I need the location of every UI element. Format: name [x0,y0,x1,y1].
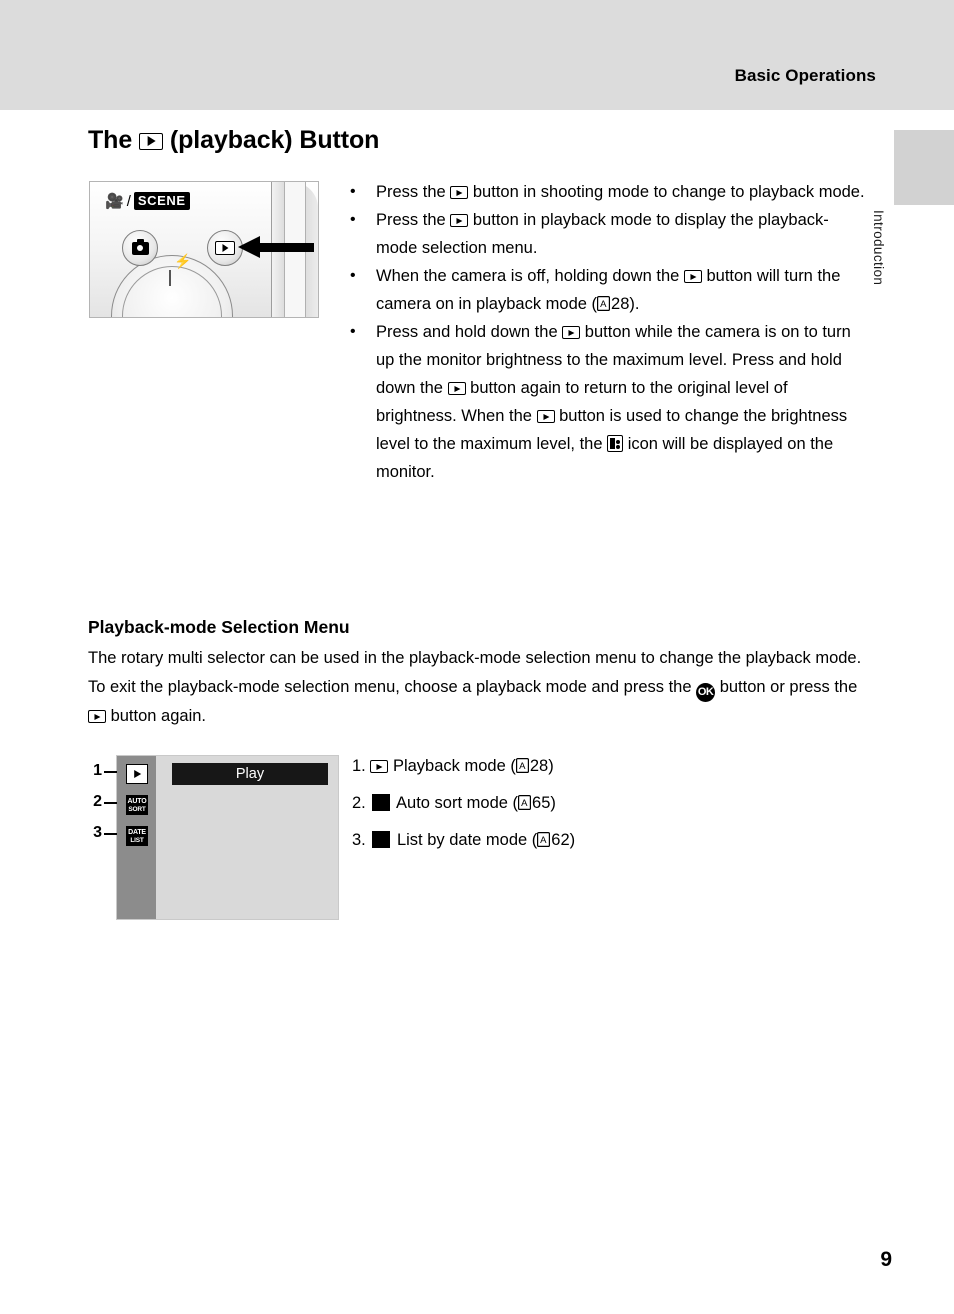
list-item-ref-close: ) [550,794,556,812]
playback-icon [450,214,469,228]
label-slash: / [126,192,131,210]
book-reference-icon: A [518,795,532,810]
flash-icon: ⚡ [174,253,192,269]
camera-icon [131,238,149,255]
bullet-list: • Press the button in shooting mode to ch… [350,178,868,486]
page-number: 9 [880,1248,892,1271]
playback-icon [88,710,106,724]
playback-icon [215,241,235,255]
callout-leader-2 [104,802,117,804]
page-title-suffix: (playback) Button [169,126,380,154]
menu-item-list-by-date-icon: DATE LIST [126,826,148,846]
callout-leader-3 [104,833,117,835]
bullet-item: • Press and hold down the button while th… [350,318,868,486]
bullet-text: Press the button in playback mode to dis… [376,211,829,257]
camera-illustration: 🎥 / SCENE ⚡ [89,181,319,318]
menu-item-playback-icon [126,764,148,784]
scene-mode-badge: SCENE [133,192,190,210]
page-reference-number: 28 [529,757,549,775]
callout-number-3: 3 [93,824,102,841]
list-number: 3. [352,831,371,849]
page: Basic Operations Introduction The (playb… [0,0,954,1314]
playback-icon [370,760,389,774]
running-head: Basic Operations [734,66,876,85]
playback-icon [536,410,555,424]
svg-text:A: A [519,761,526,772]
playback-icon [562,326,581,340]
bullet-item: • Press the button in playback mode to di… [350,206,868,262]
auto-sort-badge-bottom: SORT [128,806,146,813]
menu-selected-item: Play [172,763,328,785]
auto-sort-badge: AUTO SORT [127,796,147,814]
list-item-label: List by date mode ( [392,831,538,849]
list-item-label: Playback mode ( [388,757,516,775]
page-title-prefix: The [88,126,133,154]
playback-mode-menu-figure: AUTO SORT DATE LIST Play [116,755,339,920]
list-item-ref-close: ) [569,831,576,849]
page-title: The (playback) Button [88,126,379,155]
svg-text:A: A [600,299,607,310]
svg-text:A: A [521,798,528,809]
auto-sort-icon: AUTO SORT [372,788,391,818]
ok-button-icon: OK [696,683,716,702]
page-reference: A 65 [518,794,550,812]
page-reference: A 28 [597,295,629,313]
section-tab [894,130,954,205]
list-by-date-badge: DATE LIST [127,827,147,845]
mode-dial-mark [169,270,171,286]
menu-item-auto-sort-icon: AUTO SORT [126,795,148,815]
auto-sort-badge-top: AUTO [127,798,147,805]
bullet-text: When the camera is off, holding down the… [376,267,841,313]
playback-icon [450,186,469,200]
page-reference: A 28 [515,757,549,775]
page-reference-number: 62 [551,831,570,849]
section-heading: Playback-mode Selection Menu [88,617,350,637]
bullet-marker: • [350,323,356,340]
playback-icon [683,270,702,284]
callout-number-2: 2 [93,793,102,810]
section-tab-label: Introduction [871,210,886,286]
bullet-marker: • [350,183,356,200]
badge-bottom-text: SORT [373,788,391,795]
bullet-item: • Press the button in shooting mode to ch… [350,178,868,206]
movie-mode-icon: 🎥 [105,192,124,210]
svg-text:A: A [540,835,547,846]
list-item-ref-close: ) [548,757,554,775]
brightness-icon [607,435,624,452]
page-reference-number: 65 [532,794,551,812]
bullet-marker: • [350,267,356,284]
header-band [0,0,954,110]
list-item-label: Auto sort mode ( [392,794,519,812]
playback-mode-list: 1. Playback mode (A 28) 2. AUTO SORT Auto s… [352,748,575,859]
book-reference-icon: A [515,758,529,773]
shooting-mode-button [122,230,158,266]
list-by-date-icon: DATE LIST [372,825,391,855]
list-by-date-badge-top: DATE [128,829,146,836]
callout-number-1: 1 [93,762,102,779]
playback-icon [447,382,466,396]
playback-mode-list-item: 3. DATE LIST List by date mode (A 62) [352,822,575,859]
badge-bottom-text: LIST [374,825,388,832]
list-number: 2. [352,794,371,812]
section-paragraph: The rotary multi selector can be used in… [88,649,862,725]
book-reference-icon: A [597,296,611,311]
bullet-text: Press and hold down the button while the… [376,323,851,481]
pointer-arrow-icon [238,236,314,258]
list-number: 1. [352,757,371,775]
bullet-marker: • [350,211,356,228]
book-reference-icon: A [537,832,551,847]
callout-leader-1 [104,771,117,773]
list-by-date-badge-bottom: LIST [130,837,144,844]
page-reference: A 62 [537,831,570,849]
page-reference-number: 28 [611,295,630,313]
mode-dial-labels: 🎥 / SCENE [105,192,190,210]
bullet-item: • When the camera is off, holding down th… [350,262,868,318]
playback-icon [139,132,164,150]
bullet-text: Press the button in shooting mode to cha… [376,183,865,201]
